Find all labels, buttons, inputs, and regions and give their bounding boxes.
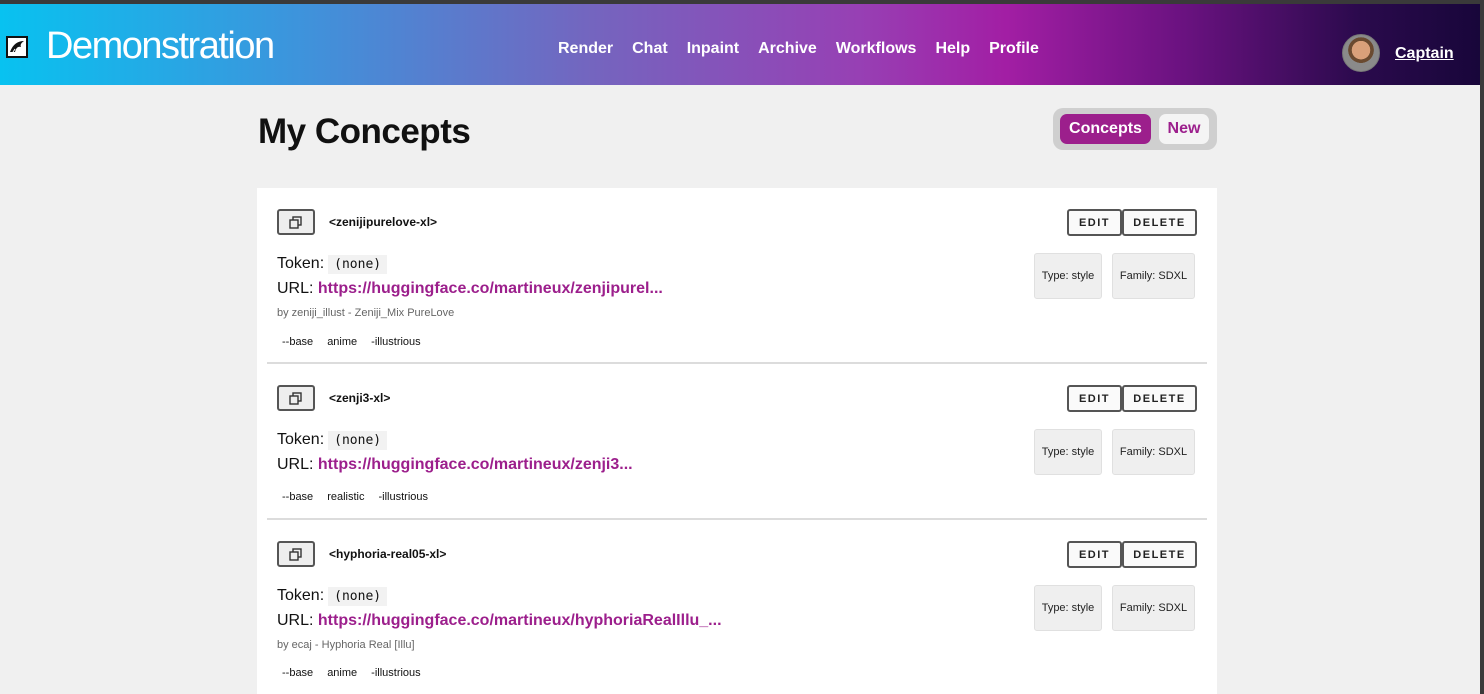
concept-name: <zenijipurelove-xl> bbox=[329, 215, 438, 229]
concept-url-link[interactable]: https://huggingface.co/martineux/zenjipu… bbox=[318, 280, 663, 297]
tag-list: --base anime -illustrious bbox=[282, 335, 421, 349]
concept-url-link[interactable]: https://huggingface.co/martineux/zenji3.… bbox=[318, 456, 633, 473]
edit-button[interactable]: EDIT bbox=[1067, 385, 1122, 412]
token-value: (none) bbox=[328, 255, 388, 274]
tag: realistic bbox=[327, 491, 365, 503]
nav-render[interactable]: Render bbox=[558, 39, 613, 59]
nav-chat[interactable]: Chat bbox=[632, 39, 668, 59]
tag: --base bbox=[282, 667, 314, 679]
token-row: Token: (none) bbox=[277, 586, 388, 607]
concept-credit: by zeniji_illust - Zeniji_Mix PureLove bbox=[277, 307, 455, 319]
copy-button[interactable] bbox=[277, 541, 315, 567]
tag: anime bbox=[327, 336, 358, 348]
copy-icon bbox=[289, 391, 302, 405]
family-badge: Family: SDXL bbox=[1112, 585, 1195, 631]
url-label: URL: bbox=[277, 612, 314, 629]
concept-card: <hyphoria-real05-xl> EDIT DELETE Token:(… bbox=[267, 520, 1207, 694]
delete-button[interactable]: DELETE bbox=[1122, 385, 1197, 412]
tag: -illustrious bbox=[371, 336, 421, 348]
concept-credit: by ecaj - Hyphoria Real [Illu] bbox=[277, 639, 415, 651]
main-nav: Render Chat Inpaint Archive Workflows He… bbox=[558, 39, 1039, 59]
url-row: URL: https://huggingface.co/martineux/ze… bbox=[277, 279, 663, 299]
view-toggle: Concepts New bbox=[1053, 108, 1217, 150]
nav-inpaint[interactable]: Inpaint bbox=[687, 39, 739, 59]
token-value: (none) bbox=[328, 587, 388, 606]
concepts-list: <zenijipurelove-xl> EDIT DELETE Token: (n… bbox=[257, 188, 1217, 694]
url-row: URL: https://huggingface.co/martineux/ze… bbox=[277, 455, 633, 475]
type-badge: Type: style bbox=[1034, 253, 1102, 299]
family-badge: Family: SDXL bbox=[1112, 429, 1195, 475]
tab-concepts[interactable]: Concepts bbox=[1060, 114, 1151, 144]
user-profile-link[interactable]: Captain bbox=[1395, 44, 1454, 64]
nav-profile[interactable]: Profile bbox=[989, 39, 1039, 59]
delete-button[interactable]: DELETE bbox=[1122, 209, 1197, 236]
page-title: My Concepts bbox=[258, 112, 471, 151]
tag: --base bbox=[282, 336, 314, 348]
nav-archive[interactable]: Archive bbox=[758, 39, 817, 59]
copy-icon bbox=[289, 547, 302, 561]
url-label: URL: bbox=[277, 456, 314, 473]
edit-button[interactable]: EDIT bbox=[1067, 541, 1122, 568]
scrollbar[interactable] bbox=[1480, 4, 1484, 694]
family-badge: Family: SDXL bbox=[1112, 253, 1195, 299]
avatar[interactable] bbox=[1342, 34, 1380, 72]
app-header: Demonstration Render Chat Inpaint Archiv… bbox=[0, 4, 1480, 85]
concept-name: <zenji3-xl> bbox=[329, 391, 391, 405]
eagle-logo-icon[interactable] bbox=[6, 36, 28, 58]
tag-list: --base anime -illustrious bbox=[282, 666, 421, 680]
delete-button[interactable]: DELETE bbox=[1122, 541, 1197, 568]
type-badge: Type: style bbox=[1034, 585, 1102, 631]
concept-name: <hyphoria-real05-xl> bbox=[329, 547, 447, 561]
tag: -illustrious bbox=[378, 491, 428, 503]
token-label: Token: bbox=[277, 431, 325, 448]
url-row: URL: https://huggingface.co/martineux/hy… bbox=[277, 611, 722, 631]
tab-new[interactable]: New bbox=[1159, 114, 1209, 144]
tag: -illustrious bbox=[371, 667, 421, 679]
copy-button[interactable] bbox=[277, 209, 315, 235]
concept-card: <zenijipurelove-xl> EDIT DELETE Token: (n… bbox=[267, 188, 1207, 364]
nav-help[interactable]: Help bbox=[935, 39, 970, 59]
copy-icon bbox=[289, 215, 302, 229]
token-label: Token: bbox=[277, 255, 325, 272]
app-title[interactable]: Demonstration bbox=[46, 24, 275, 68]
copy-button[interactable] bbox=[277, 385, 315, 411]
tag: --base bbox=[282, 491, 314, 503]
type-badge: Type: style bbox=[1034, 429, 1102, 475]
url-label: URL: bbox=[277, 280, 314, 297]
tag-list: --base realistic -illustrious bbox=[282, 490, 428, 504]
edit-button[interactable]: EDIT bbox=[1067, 209, 1122, 236]
token-row: Token: (none) bbox=[277, 254, 388, 275]
token-value: (none) bbox=[328, 431, 388, 450]
token-label: Token: bbox=[277, 587, 325, 604]
concept-url-link[interactable]: https://huggingface.co/martineux/hyphori… bbox=[318, 612, 722, 629]
concept-card: <zenji3-xl> EDIT DELETE Token: (none) URL… bbox=[267, 364, 1207, 520]
tag: anime bbox=[327, 667, 358, 679]
nav-workflows[interactable]: Workflows bbox=[836, 39, 917, 59]
token-row: Token: (none) bbox=[277, 430, 388, 451]
